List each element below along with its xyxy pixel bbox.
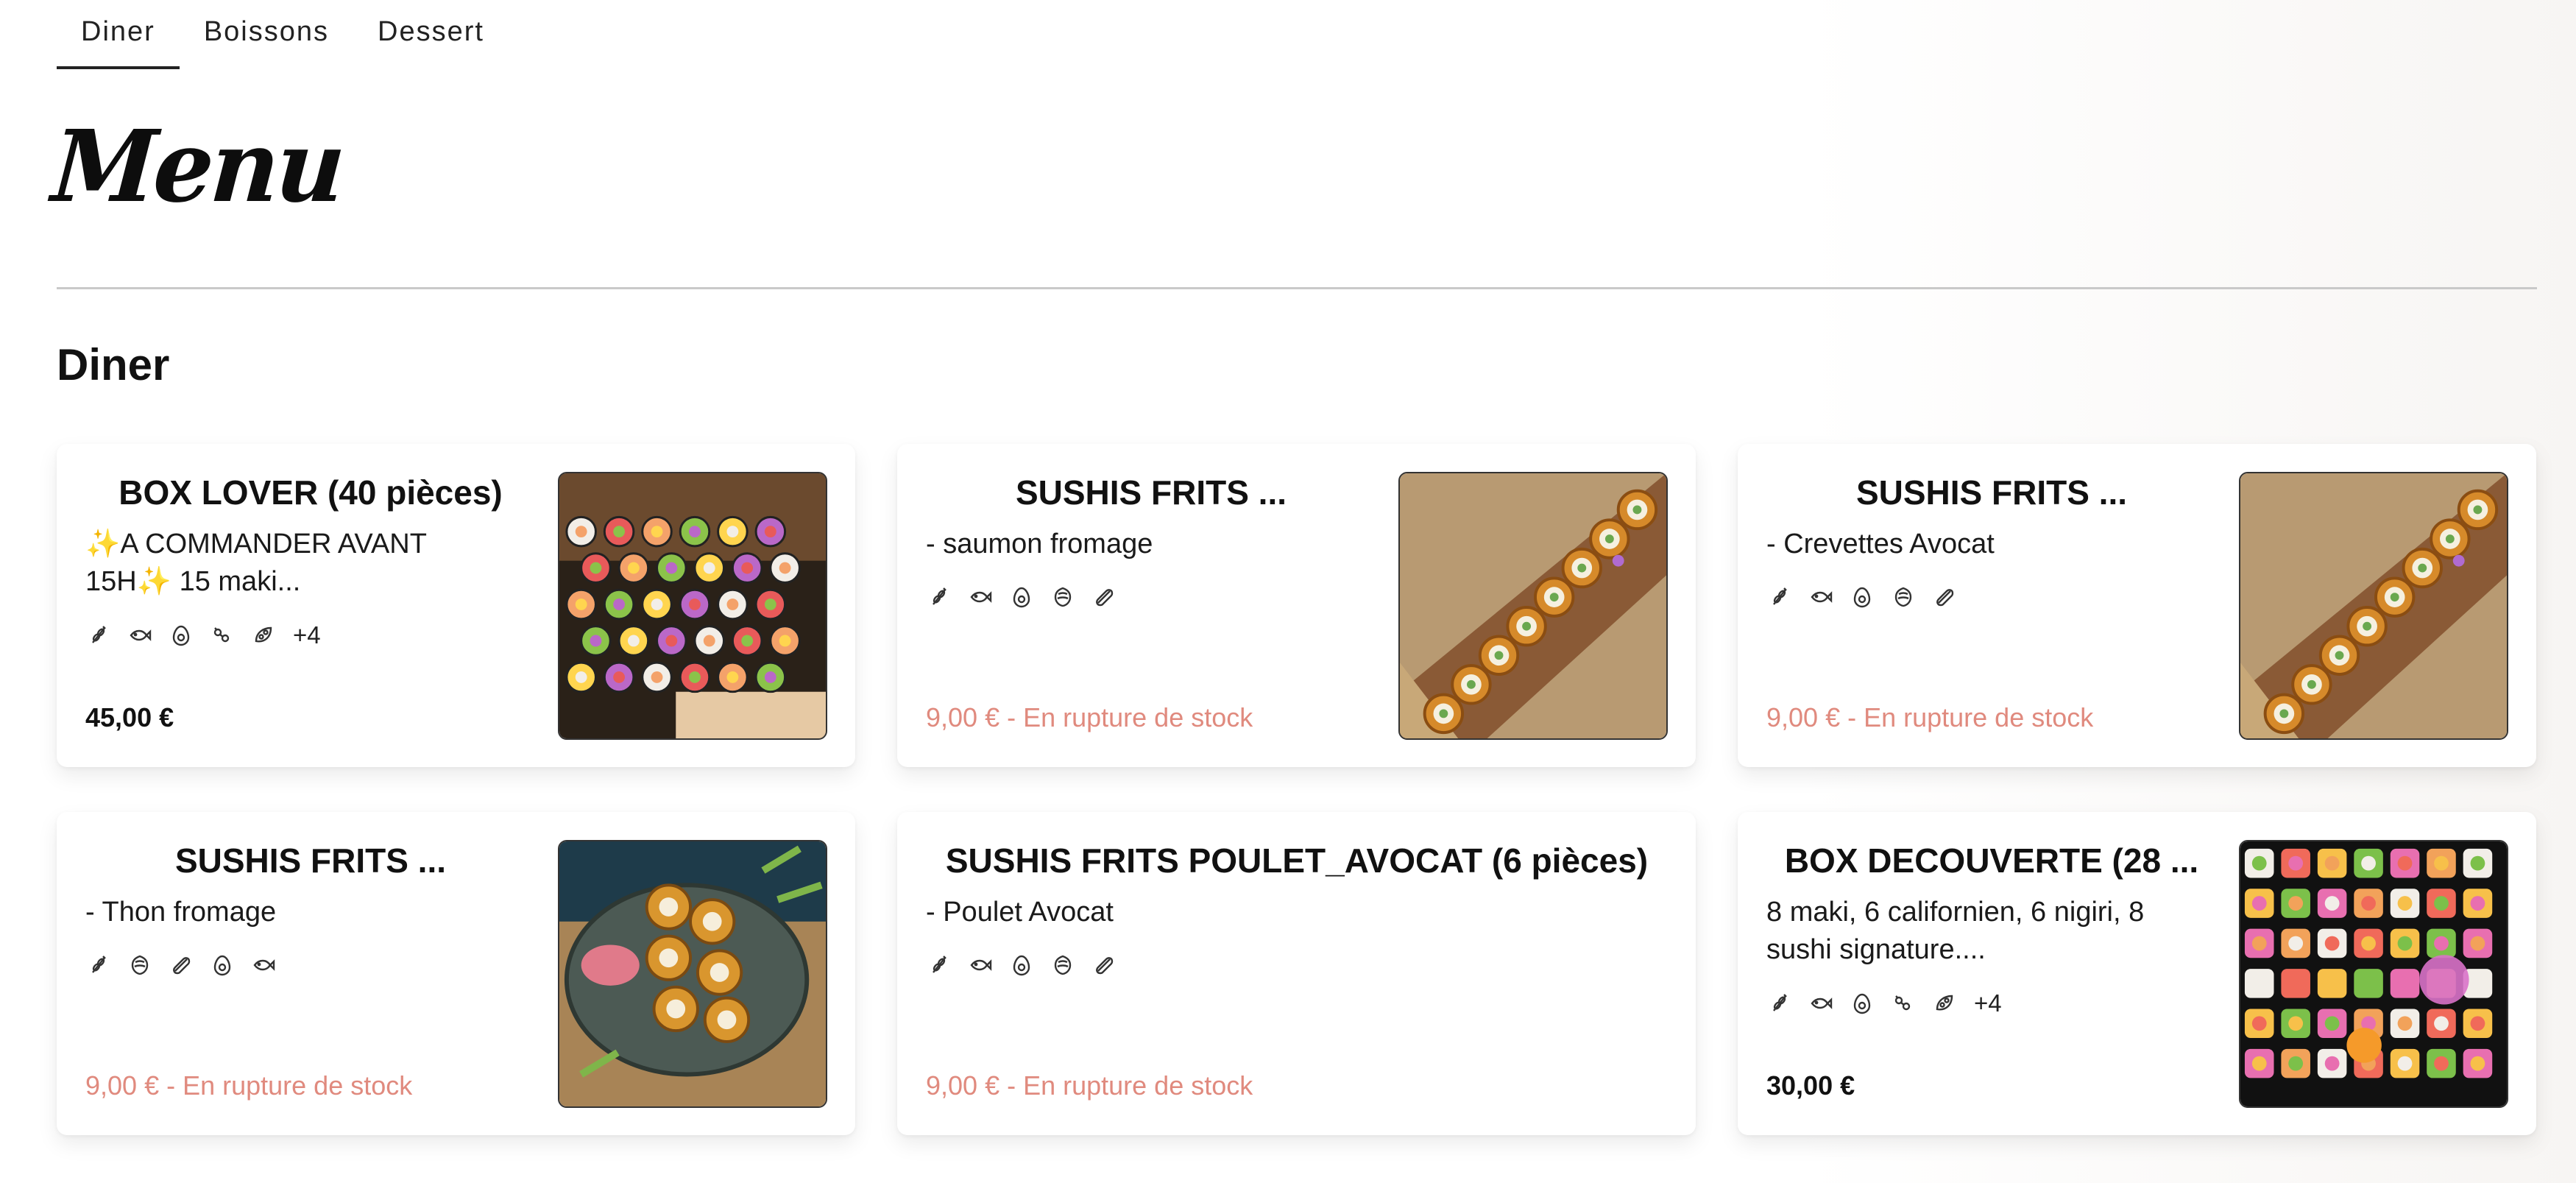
product-card[interactable]: BOX DECOUVERTE (28 ... 8 maki, 6 californ…	[1738, 812, 2536, 1135]
gluten-icon	[1050, 584, 1076, 610]
egg-icon	[1008, 584, 1035, 610]
product-card[interactable]: SUSHIS FRITS ... - saumon fromage 9,00 € -…	[897, 444, 1696, 767]
fish-icon	[127, 622, 153, 649]
price-out-of-stock: 9,00 € - En rupture de stock	[926, 702, 1253, 732]
fish-icon	[250, 952, 277, 978]
egg-icon	[1849, 584, 1875, 610]
fried-sushi-photo	[2239, 472, 2508, 740]
product-title: BOX LOVER (40 pièces)	[118, 473, 503, 512]
sushi-platter-photo	[558, 472, 827, 740]
tab-boissons[interactable]: Boissons	[180, 0, 353, 71]
milk-icon	[1931, 584, 1958, 610]
product-grid: BOX LOVER (40 pièces) ✨A COMMANDER AVANT …	[57, 444, 2536, 1135]
mustard-icon	[209, 622, 236, 649]
egg-icon	[168, 622, 194, 649]
milk-icon	[168, 952, 194, 978]
product-card-body: SUSHIS FRITS ... - Crevettes Avocat 9,00 €…	[1766, 472, 2239, 739]
allergen-list	[85, 952, 536, 978]
fish-icon	[1808, 990, 1834, 1017]
section-title: Diner	[57, 340, 170, 389]
product-description: 8 maki, 6 californien, 6 nigiri, 8 sushi…	[1766, 897, 2145, 965]
product-card-body: SUSHIS FRITS ... - Thon fromage 9,00 € - E…	[85, 840, 558, 1107]
product-description: - saumon fromage	[926, 529, 1153, 559]
sesame-icon	[85, 952, 112, 978]
price-out-of-stock: 9,00 € - En rupture de stock	[1766, 702, 2094, 732]
sesame-icon	[926, 952, 952, 978]
category-tabs: Diner Boissons Dessert	[57, 0, 2519, 71]
fish-icon	[967, 952, 994, 978]
price-out-of-stock: 9,00 € - En rupture de stock	[85, 1070, 413, 1101]
tab-diner[interactable]: Diner	[57, 0, 180, 71]
milk-icon	[1091, 584, 1117, 610]
menu-title: Menu	[48, 109, 347, 225]
mustard-icon	[1890, 990, 1917, 1017]
more-allergens-count: +4	[293, 621, 321, 649]
sesame-icon	[1766, 584, 1793, 610]
product-card-body: SUSHIS FRITS POULET_AVOCAT (6 pièces) - P…	[926, 840, 1668, 1107]
product-title: SUSHIS FRITS ...	[174, 841, 447, 880]
soy-icon	[1931, 990, 1958, 1017]
sesame-icon	[926, 584, 952, 610]
gluten-icon	[1050, 952, 1076, 978]
egg-icon	[209, 952, 236, 978]
product-description: ✨A COMMANDER AVANT 15H✨ 15 maki...	[85, 529, 427, 597]
milk-icon	[1091, 952, 1117, 978]
allergen-list	[926, 584, 1376, 610]
fish-icon	[967, 584, 994, 610]
price: 45,00 €	[85, 702, 174, 732]
tab-dessert[interactable]: Dessert	[353, 0, 509, 71]
product-card-body: BOX DECOUVERTE (28 ... 8 maki, 6 californ…	[1766, 840, 2239, 1107]
product-card[interactable]: SUSHIS FRITS ... - Thon fromage 9,00 € - E…	[57, 812, 855, 1135]
sesame-icon	[1766, 990, 1793, 1017]
egg-icon	[1849, 990, 1875, 1017]
allergen-list: +4	[1766, 989, 2217, 1017]
price: 30,00 €	[1766, 1070, 1855, 1101]
fried-sushi-photo	[1398, 472, 1668, 740]
product-card[interactable]: SUSHIS FRITS POULET_AVOCAT (6 pièces) - P…	[897, 812, 1696, 1135]
allergen-list	[926, 952, 1668, 978]
product-title: SUSHIS FRITS ...	[1855, 473, 2128, 512]
sushi-box-photo	[2239, 840, 2508, 1108]
divider	[57, 287, 2537, 289]
gluten-icon	[1890, 584, 1917, 610]
gluten-icon	[127, 952, 153, 978]
product-card-body: BOX LOVER (40 pièces) ✨A COMMANDER AVANT …	[85, 472, 558, 739]
price-out-of-stock: 9,00 € - En rupture de stock	[926, 1070, 1253, 1101]
product-title: BOX DECOUVERTE (28 ...	[1784, 841, 2199, 880]
fish-icon	[1808, 584, 1834, 610]
egg-icon	[1008, 952, 1035, 978]
product-card[interactable]: SUSHIS FRITS ... - Crevettes Avocat 9,00 €…	[1738, 444, 2536, 767]
product-card-body: SUSHIS FRITS ... - saumon fromage 9,00 € -…	[926, 472, 1398, 739]
product-card[interactable]: BOX LOVER (40 pièces) ✨A COMMANDER AVANT …	[57, 444, 855, 767]
allergen-list	[1766, 584, 2217, 610]
product-title: SUSHIS FRITS ...	[1015, 473, 1287, 512]
soy-icon	[250, 622, 277, 649]
sesame-icon	[85, 622, 112, 649]
product-description: - Thon fromage	[85, 897, 277, 928]
menu-page: Diner Boissons Dessert Menu Diner BOX LO…	[0, 0, 2576, 1183]
allergen-list: +4	[85, 621, 536, 649]
product-description: - Poulet Avocat	[926, 897, 1114, 928]
product-description: - Crevettes Avocat	[1766, 529, 1995, 559]
fried-sushi-plate-photo	[558, 840, 827, 1108]
more-allergens-count: +4	[1974, 989, 2002, 1017]
product-title: SUSHIS FRITS POULET_AVOCAT (6 pièces)	[945, 841, 1649, 880]
